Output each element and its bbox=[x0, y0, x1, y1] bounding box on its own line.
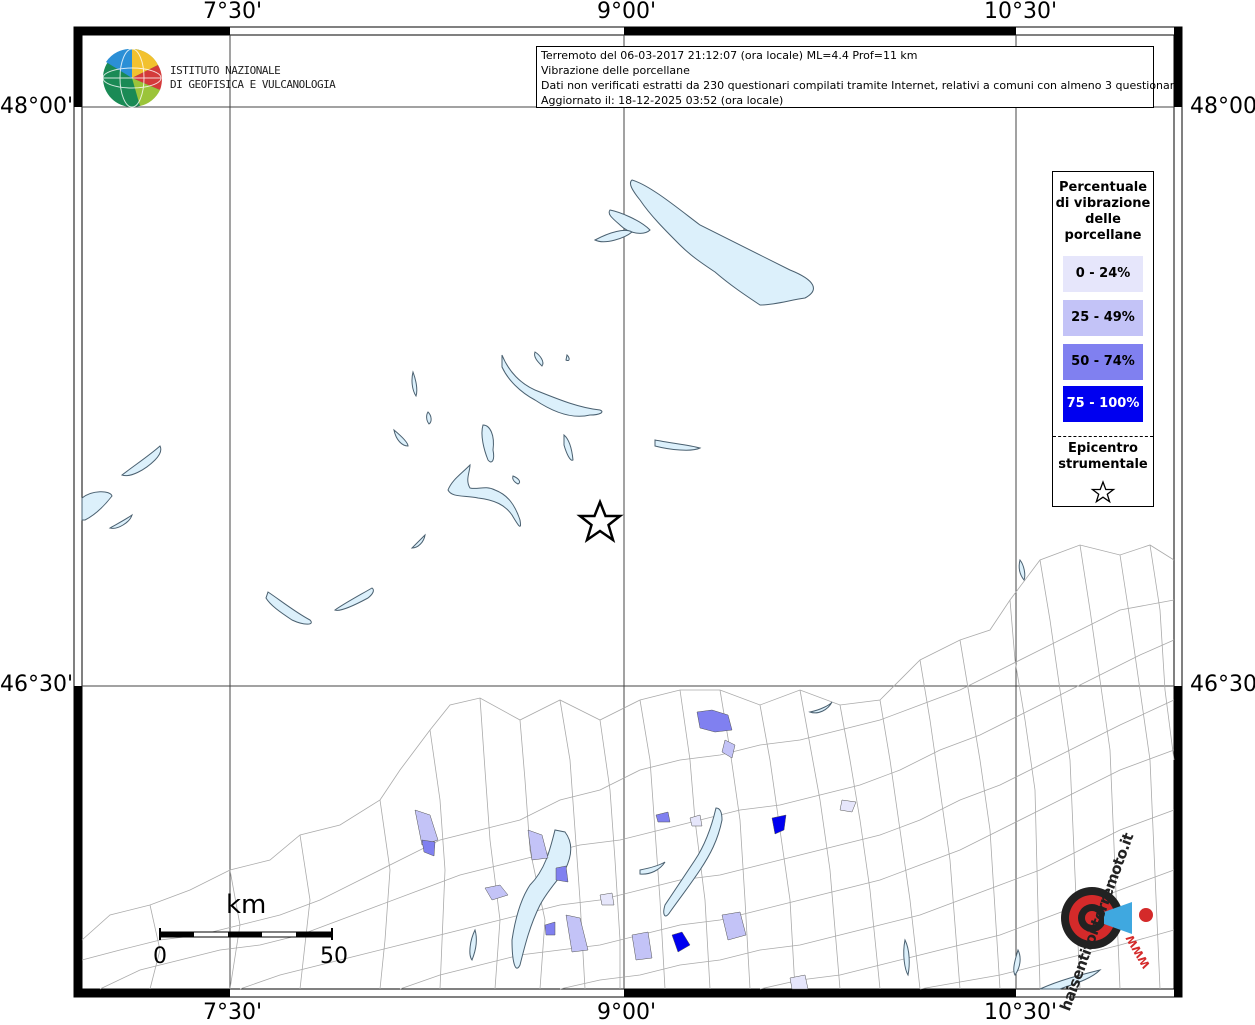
lon-label-top-2: 9°00' bbox=[597, 0, 657, 24]
scale-start: 0 bbox=[153, 944, 167, 969]
legend-title-line: porcellane bbox=[1064, 228, 1142, 243]
scale-unit: km bbox=[226, 890, 267, 920]
legend-item-75-100: 75 - 100% bbox=[1063, 386, 1143, 422]
lon-label-bottom-2: 9°00' bbox=[597, 1000, 657, 1025]
legend-star-icon bbox=[1090, 480, 1116, 504]
lat-label-right-2: 46°30' bbox=[1190, 672, 1255, 697]
legend-title-line: delle bbox=[1085, 212, 1121, 227]
legend-item-0-24: 0 - 24% bbox=[1063, 256, 1143, 292]
scale-end: 50 bbox=[320, 944, 348, 969]
logo-line-1: ISTITUTO NAZIONALE bbox=[170, 64, 281, 77]
legend-epicenter-line: Epicentro bbox=[1068, 441, 1138, 456]
lon-label-bottom-1: 7°30' bbox=[203, 1000, 263, 1025]
ingv-logo-text: ISTITUTO NAZIONALE DI GEOFISICA E VULCAN… bbox=[170, 64, 336, 92]
data-note-line: Dati non verificati estratti da 230 ques… bbox=[541, 79, 1181, 92]
legend-epicenter-line: strumentale bbox=[1058, 457, 1148, 472]
legend-item-25-49: 25 - 49% bbox=[1063, 300, 1143, 336]
event-info-box: Terremoto del 06-03-2017 21:12:07 (ora l… bbox=[536, 46, 1181, 108]
lat-label-left-2: 46°30' bbox=[0, 672, 74, 697]
updated-line: Aggiornato il: 18-12-2025 03:52 (ora loc… bbox=[541, 94, 784, 107]
legend-title-line: di vibrazione bbox=[1055, 196, 1151, 211]
legend-item-50-74: 50 - 74% bbox=[1063, 344, 1143, 380]
lat-label-left-1: 48°00' bbox=[0, 94, 74, 119]
legend-title-line: Percentuale bbox=[1058, 180, 1148, 195]
logo-line-2: DI GEOFISICA E VULCANOLOGIA bbox=[170, 78, 336, 91]
hsit-logo-text bbox=[1040, 900, 1060, 920]
lat-label-right-1: 48°00' bbox=[1190, 94, 1255, 119]
lon-label-bottom-3: 10°30' bbox=[984, 1000, 1058, 1025]
map-subject-line: Vibrazione delle porcellane bbox=[541, 64, 690, 77]
lon-label-top-3: 10°30' bbox=[984, 0, 1058, 24]
legend: Percentuale di vibrazione delle porcella… bbox=[1052, 171, 1154, 507]
legend-epicenter-label: Epicentro strumentale bbox=[1053, 441, 1153, 473]
intensity-map bbox=[73, 26, 1183, 998]
event-info-line: Terremoto del 06-03-2017 21:12:07 (ora l… bbox=[541, 49, 918, 62]
lon-label-top-1: 7°30' bbox=[203, 0, 263, 24]
legend-title: Percentuale di vibrazione delle porcella… bbox=[1053, 180, 1153, 244]
legend-divider bbox=[1053, 436, 1153, 437]
